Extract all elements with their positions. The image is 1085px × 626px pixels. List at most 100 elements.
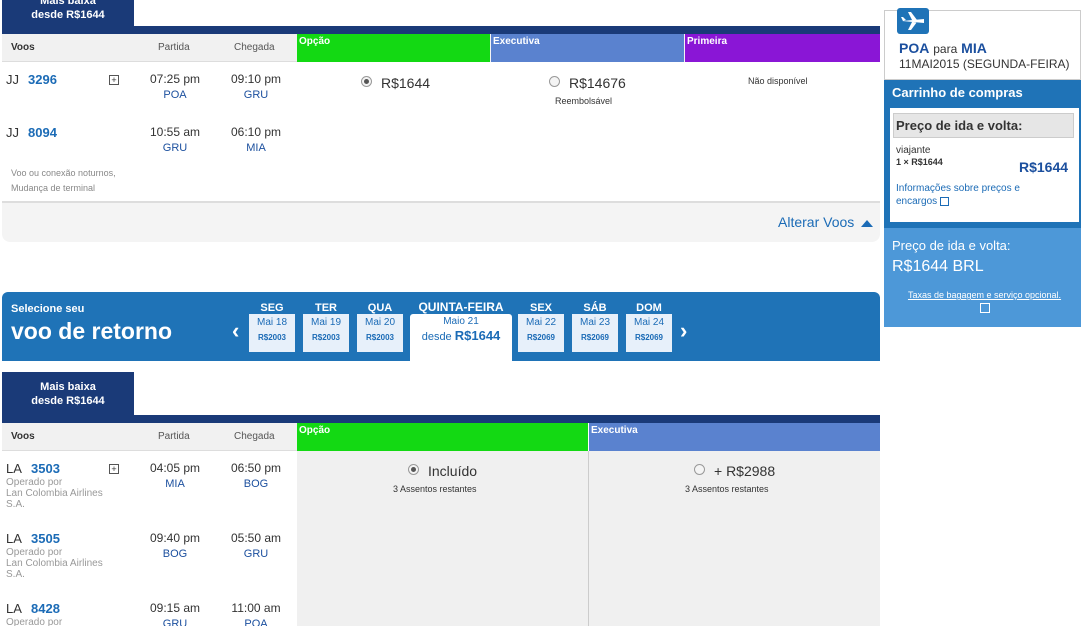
- traveler-total: R$1644: [1019, 159, 1069, 175]
- day-price: R$2069: [526, 333, 556, 342]
- day-option-wed[interactable]: Mai 20 R$2003: [357, 314, 403, 352]
- inbound-tab-line2: desde R$1644: [31, 395, 105, 407]
- total-value: R$1644 BRL: [892, 258, 984, 275]
- inbound-flight-row[interactable]: LA 3505 Operado por Lan Colombia Airline…: [6, 531, 296, 586]
- external-link-icon: [939, 196, 949, 206]
- inbound-col-departure: Partida: [158, 431, 190, 442]
- day-label-sat: SÁB: [583, 302, 607, 314]
- inbound-fare-exec-seats: 3 Assentos restantes: [685, 484, 769, 494]
- operated-by-label: Operado por: [6, 617, 63, 626]
- departure-time: 09:40 pm: [149, 531, 201, 545]
- change-flights-link[interactable]: Alterar Voos: [778, 214, 874, 230]
- airline-code: LA: [6, 461, 22, 476]
- cart-title: Carrinho de compras: [892, 85, 1023, 100]
- arrival-airport: GRU: [243, 548, 269, 560]
- flight-number-link[interactable]: 8428: [31, 601, 60, 616]
- inbound-fare-exec-radio[interactable]: [694, 464, 705, 475]
- day-option-tue[interactable]: Mai 19 R$2003: [303, 314, 349, 352]
- inbound-fare-option-value: Incluído: [428, 463, 478, 479]
- trip-date: 11MAI2015 (SEGUNDA-FEIRA): [899, 57, 1070, 71]
- operated-by: Operado por Lan Colombia Airlines S.A.: [6, 477, 103, 510]
- outbound-flight-row[interactable]: JJ 3296 + 07:25 pm POA 09:10 pm GRU: [6, 72, 296, 112]
- return-title: voo de retorno: [11, 318, 173, 344]
- arrival-time: 06:50 pm: [230, 461, 282, 475]
- outbound-flight-row[interactable]: JJ 8094 10:55 am GRU 06:10 pm MIA: [6, 125, 296, 165]
- departure-time: 10:55 am: [149, 125, 201, 139]
- inbound-fare-divider: [588, 451, 589, 626]
- day-price: R$2003: [257, 333, 287, 342]
- day-date: Mai 24: [633, 317, 664, 328]
- expand-plus-icon[interactable]: +: [109, 75, 119, 85]
- day-option-fri[interactable]: Mai 22 R$2069: [518, 314, 564, 352]
- airline-code: LA: [6, 531, 22, 546]
- flight-number-link[interactable]: 3296: [28, 72, 57, 87]
- route-para: para: [933, 42, 958, 56]
- airline-code: LA: [6, 601, 22, 616]
- traveler-label: viajante: [896, 145, 931, 156]
- change-flights-label: Alterar Voos: [778, 214, 855, 230]
- day-price: R$2069: [580, 333, 610, 342]
- inbound-fare-option-seats: 3 Assentos restantes: [393, 484, 477, 494]
- day-price: R$2003: [365, 333, 395, 342]
- return-subtitle: Selecione seu: [11, 303, 85, 315]
- outbound-fare-option-header: Opção: [297, 34, 490, 62]
- day-date: Maio 21: [443, 316, 479, 327]
- departure-airport: MIA: [165, 478, 185, 490]
- inbound-flight-row[interactable]: LA 8428 Operado por 09:15 am GRU 11:00 a…: [6, 601, 296, 626]
- price-info-line1: Informações sobre preços e: [896, 183, 1020, 194]
- next-week-arrow[interactable]: ›: [680, 318, 687, 344]
- inbound-lowest-tab[interactable]: Mais baixa desde R$1644: [2, 372, 134, 415]
- inbound-col-arrival: Chegada: [234, 431, 275, 442]
- flight-number-link[interactable]: 8094: [28, 125, 57, 140]
- inbound-fare-option-header: Opção: [297, 423, 588, 451]
- baggage-fees-label: Taxas de bagagem e serviço opcional.: [907, 290, 1062, 300]
- day-option-sun[interactable]: Mai 24 R$2069: [626, 314, 672, 352]
- traveler-qty: 1 × R$1644: [896, 157, 943, 167]
- price-info-label: encargos: [896, 196, 938, 207]
- outbound-fare-exec-header: Executiva: [491, 34, 684, 62]
- note-overnight: Voo ou conexão noturnos,: [11, 168, 116, 178]
- departure-airport: GRU: [162, 142, 188, 154]
- roundtrip-label: Preço de ida e volta:: [896, 118, 1023, 133]
- airline-code: JJ: [6, 125, 19, 140]
- day-label-fri: SEX: [529, 302, 552, 314]
- fare-first-unavailable: Não disponível: [748, 76, 808, 86]
- fare-exec-radio[interactable]: [549, 76, 560, 87]
- inbound-header-bar: [2, 415, 880, 423]
- destination-code: MIA: [961, 40, 987, 56]
- outbound-divider: [2, 201, 880, 203]
- expand-plus-icon[interactable]: +: [109, 464, 119, 474]
- flight-number-link[interactable]: 3505: [31, 531, 60, 546]
- airplane-icon: [897, 8, 929, 34]
- arrival-airport: BOG: [243, 478, 269, 490]
- day-label-sun: DOM: [636, 302, 662, 314]
- note-terminal-change: Mudança de terminal: [11, 183, 96, 193]
- airline-code: JJ: [6, 72, 19, 87]
- inbound-flight-row[interactable]: LA 3503 + Operado por Lan Colombia Airli…: [6, 461, 296, 516]
- day-option-sat[interactable]: Mai 23 R$2069: [572, 314, 618, 352]
- operator-name: Lan Colombia Airlines: [6, 558, 103, 569]
- triangle-up-icon: [861, 220, 874, 227]
- fare-exec-price: R$14676: [569, 75, 626, 91]
- price-info-link[interactable]: Informações sobre preços e encargos: [896, 182, 1020, 208]
- day-date: Mai 22: [525, 317, 556, 328]
- departure-airport: GRU: [162, 618, 188, 626]
- baggage-fees-link[interactable]: Taxas de bagagem e serviço opcional.: [892, 290, 1077, 315]
- outbound-lowest-tab[interactable]: Mais baixa desde R$1644: [2, 0, 134, 26]
- route-line: POA para MIA: [899, 40, 987, 56]
- day-option-mon[interactable]: Mai 18 R$2003: [249, 314, 295, 352]
- day-option-thu-selected[interactable]: Maio 21 desde R$1644: [410, 314, 512, 362]
- arrival-time: 05:50 am: [230, 531, 282, 545]
- flight-number-link[interactable]: 3503: [31, 461, 60, 476]
- outbound-col-arrival: Chegada: [234, 42, 275, 53]
- outbound-col-flights: Voos: [11, 42, 35, 53]
- day-label-tue: TER: [315, 302, 337, 314]
- departure-time: 04:05 pm: [149, 461, 201, 475]
- fare-option-radio[interactable]: [361, 76, 372, 87]
- outbound-tab-line1: Mais baixa: [40, 0, 96, 7]
- inbound-fare-option-radio[interactable]: [408, 464, 419, 475]
- operated-by-label: Operado por: [6, 477, 63, 488]
- prev-week-arrow[interactable]: ‹: [232, 318, 239, 344]
- arrival-time: 11:00 am: [231, 601, 281, 615]
- arrival-time: 09:10 pm: [230, 72, 282, 86]
